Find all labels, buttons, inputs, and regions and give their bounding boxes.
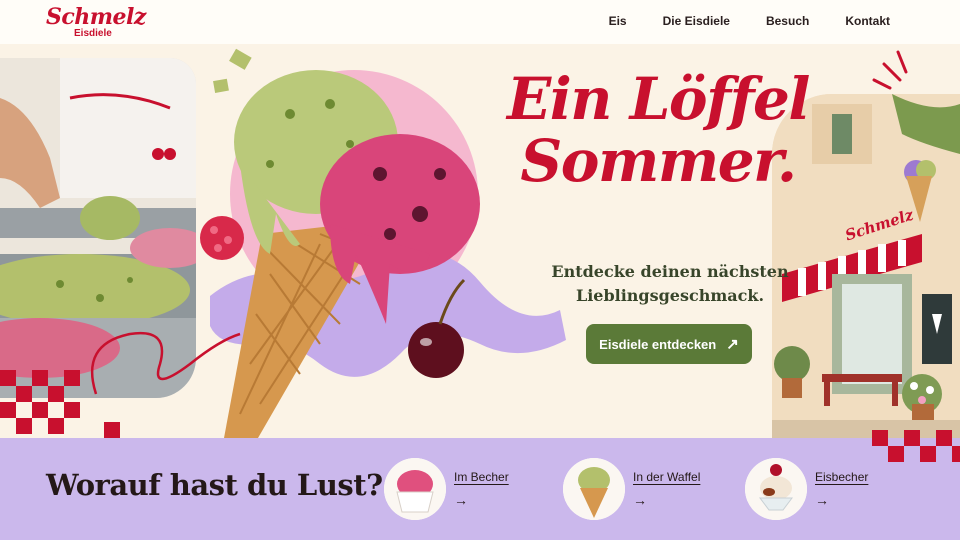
- category-label-eisbecher: Eisbecher: [815, 470, 869, 484]
- subline-line-2: Lieblingsgeschmack.: [575, 286, 765, 305]
- category-label-waffel: In der Waffel: [633, 470, 701, 484]
- arrow-right-icon: →: [633, 492, 647, 508]
- nav-item-kontakt[interactable]: Kontakt: [845, 14, 890, 28]
- arrow-right-icon: →: [454, 492, 468, 508]
- hero-section: Schmelz Ein Löffel Sommer. Entdecke dein…: [0, 44, 960, 438]
- brand-logo[interactable]: Schmelz Eisdiele: [46, 4, 146, 40]
- cta-label: Eisdiele entdecken: [599, 336, 717, 352]
- eisbecher-image: [745, 458, 807, 520]
- cherry: [408, 322, 464, 378]
- category-eisbecher[interactable]: Eisbecher →: [745, 458, 868, 520]
- headline-line-2: Sommer.: [520, 127, 797, 195]
- hero-subline: Entdecke deinen nächsten Lieblingsgeschm…: [540, 260, 800, 308]
- brand-name: Schmelz: [46, 4, 146, 30]
- main-nav: Eis Die Eisdiele Besuch Kontakt: [609, 14, 890, 28]
- arrow-up-right-icon: ↗: [726, 336, 739, 353]
- headline-line-1: Ein Löffel: [507, 65, 810, 133]
- hero-headline: Ein Löffel Sommer.: [488, 68, 828, 192]
- arrow-right-icon: →: [815, 492, 829, 508]
- brand-sub: Eisdiele: [74, 28, 112, 39]
- accent-strokes: [872, 50, 908, 90]
- discover-shop-button[interactable]: Eisdiele entdecken ↗: [586, 324, 752, 364]
- checker-band-right: [872, 430, 960, 462]
- raspberry: [200, 216, 244, 260]
- nav-item-eisdiele[interactable]: Die Eisdiele: [663, 14, 730, 28]
- checker-left: [0, 370, 120, 438]
- heart-squiggle: [90, 331, 241, 395]
- category-becher[interactable]: Im Becher →: [384, 458, 509, 520]
- category-waffel[interactable]: In der Waffel →: [563, 458, 700, 520]
- category-title: Worauf hast du Lust?: [46, 468, 383, 502]
- nav-item-besuch[interactable]: Besuch: [766, 14, 809, 28]
- category-label-becher: Im Becher: [454, 470, 509, 484]
- becher-image: [384, 458, 446, 520]
- subline-line-1: Entdecke deinen nächsten: [551, 262, 789, 281]
- category-band: Worauf hast du Lust? Im Becher → In der …: [0, 438, 960, 540]
- nav-item-eis[interactable]: Eis: [609, 14, 627, 28]
- site-header: Schmelz Eisdiele Eis Die Eisdiele Besuch…: [0, 0, 960, 44]
- waffel-image: [563, 458, 625, 520]
